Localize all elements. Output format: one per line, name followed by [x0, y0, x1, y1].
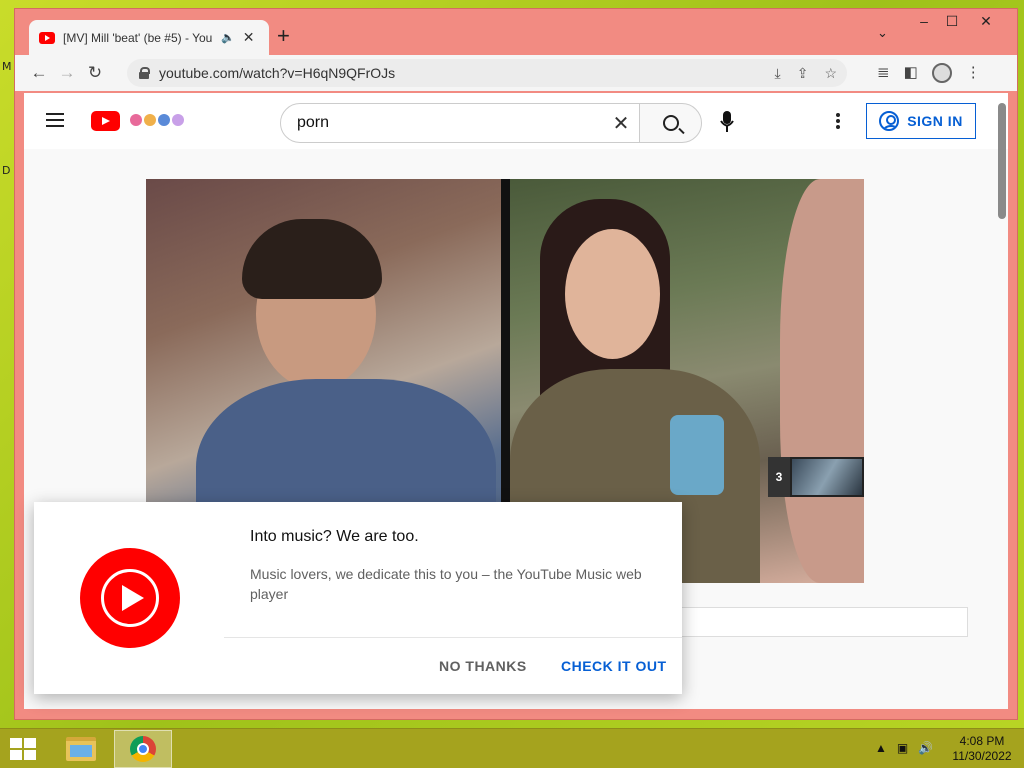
video-person: [565, 229, 660, 359]
sign-in-button[interactable]: SIGN IN: [866, 103, 976, 139]
lock-icon[interactable]: [139, 67, 150, 79]
page-scrollbar[interactable]: [998, 103, 1006, 219]
account-icon: [879, 111, 900, 131]
speaker-icon[interactable]: 🔈: [221, 31, 235, 44]
new-tab-button[interactable]: +: [277, 23, 290, 49]
divider: [224, 637, 682, 638]
close-window-button[interactable]: ✕: [971, 13, 1001, 30]
tab-title: [MV] Mill 'beat' (be #5) - You: [63, 30, 213, 45]
network-icon[interactable]: ▣: [897, 741, 908, 755]
video-coffee-cup: [670, 415, 724, 495]
youtube-music-logo-icon: [80, 548, 180, 648]
maximize-button[interactable]: ☐: [937, 13, 967, 30]
reload-button[interactable]: ↻: [81, 63, 109, 83]
system-clock[interactable]: 4:08 PM 11/30/2022: [950, 734, 1014, 764]
tab-strip: [MV] Mill 'beat' (be #5) - You 🔈 ✕ + ⌄ –…: [15, 9, 1017, 55]
browser-menu-icon[interactable]: ⋮: [966, 63, 981, 83]
show-hidden-icons-chevron-icon[interactable]: ▲: [875, 741, 887, 755]
volume-icon[interactable]: 🔊: [918, 741, 933, 755]
back-button[interactable]: ←: [25, 63, 53, 83]
youtube-music-promo-dialog: Into music? We are too. Music lovers, we…: [34, 502, 682, 694]
video-hair: [242, 219, 382, 299]
search-box[interactable]: porn ✕: [280, 103, 640, 143]
share-icon[interactable]: ⇪: [797, 65, 809, 82]
close-tab-icon[interactable]: ✕: [243, 29, 255, 46]
desktop-icon-label-fragment: M: [2, 60, 12, 73]
clock-date: 11/30/2022: [952, 749, 1012, 763]
youtube-logo[interactable]: [91, 111, 120, 131]
youtube-doodle-icon[interactable]: [130, 107, 184, 133]
clock-time: 4:08 PM: [959, 734, 1005, 748]
hamburger-menu-icon[interactable]: [46, 113, 64, 127]
youtube-header: porn ✕ SIGN IN: [24, 93, 1008, 149]
bookmark-star-icon[interactable]: ☆: [824, 65, 837, 82]
browser-toolbar: ← → ↻ youtube.com/watch?v=H6qN9QFrOJs ⤓ …: [15, 55, 1017, 91]
forward-button[interactable]: →: [53, 63, 81, 83]
check-it-out-button[interactable]: CHECK IT OUT: [561, 658, 667, 674]
endcard-thumbnail: [790, 457, 864, 497]
video-info-box: [674, 607, 968, 637]
search-input[interactable]: porn: [297, 114, 603, 132]
file-explorer-taskbar-button[interactable]: [52, 730, 110, 768]
side-panel-icon[interactable]: ◧: [904, 63, 918, 83]
microphone-icon[interactable]: [720, 111, 734, 133]
desktop-icon-label-fragment: D: [2, 164, 11, 177]
endcard-number: 3: [768, 457, 790, 497]
no-thanks-button[interactable]: NO THANKS: [439, 658, 527, 674]
search-button[interactable]: [639, 103, 702, 143]
tab-search-chevron-icon[interactable]: ⌄: [877, 25, 888, 41]
video-person-foreground: [780, 179, 864, 583]
promo-body: Music lovers, we dedicate this to you – …: [250, 566, 642, 602]
minimize-button[interactable]: –: [909, 13, 939, 29]
settings-more-icon[interactable]: [836, 113, 840, 131]
folder-icon: [66, 737, 96, 761]
sign-in-label: SIGN IN: [907, 113, 963, 129]
system-tray: ▲ ▣ 🔊: [875, 741, 933, 755]
clear-search-icon[interactable]: ✕: [603, 111, 639, 136]
search-icon: [662, 115, 679, 131]
browser-tab-active[interactable]: [MV] Mill 'beat' (be #5) - You 🔈 ✕: [29, 20, 269, 55]
taskbar: ▲ ▣ 🔊 4:08 PM 11/30/2022: [0, 728, 1024, 768]
install-app-icon[interactable]: ⤓: [775, 65, 781, 82]
video-endcard[interactable]: 3: [768, 457, 864, 497]
profile-avatar-icon[interactable]: [931, 63, 952, 83]
promo-title: Into music? We are too.: [250, 528, 419, 545]
chrome-taskbar-button[interactable]: [114, 730, 172, 768]
youtube-favicon-icon: [39, 31, 55, 44]
start-button[interactable]: [10, 738, 38, 760]
url-text[interactable]: youtube.com/watch?v=H6qN9QFrOJs: [159, 65, 395, 81]
address-bar[interactable]: youtube.com/watch?v=H6qN9QFrOJs ⤓ ⇪ ☆: [127, 59, 847, 87]
media-control-icon[interactable]: ≣: [877, 63, 890, 83]
chrome-icon: [130, 736, 156, 762]
